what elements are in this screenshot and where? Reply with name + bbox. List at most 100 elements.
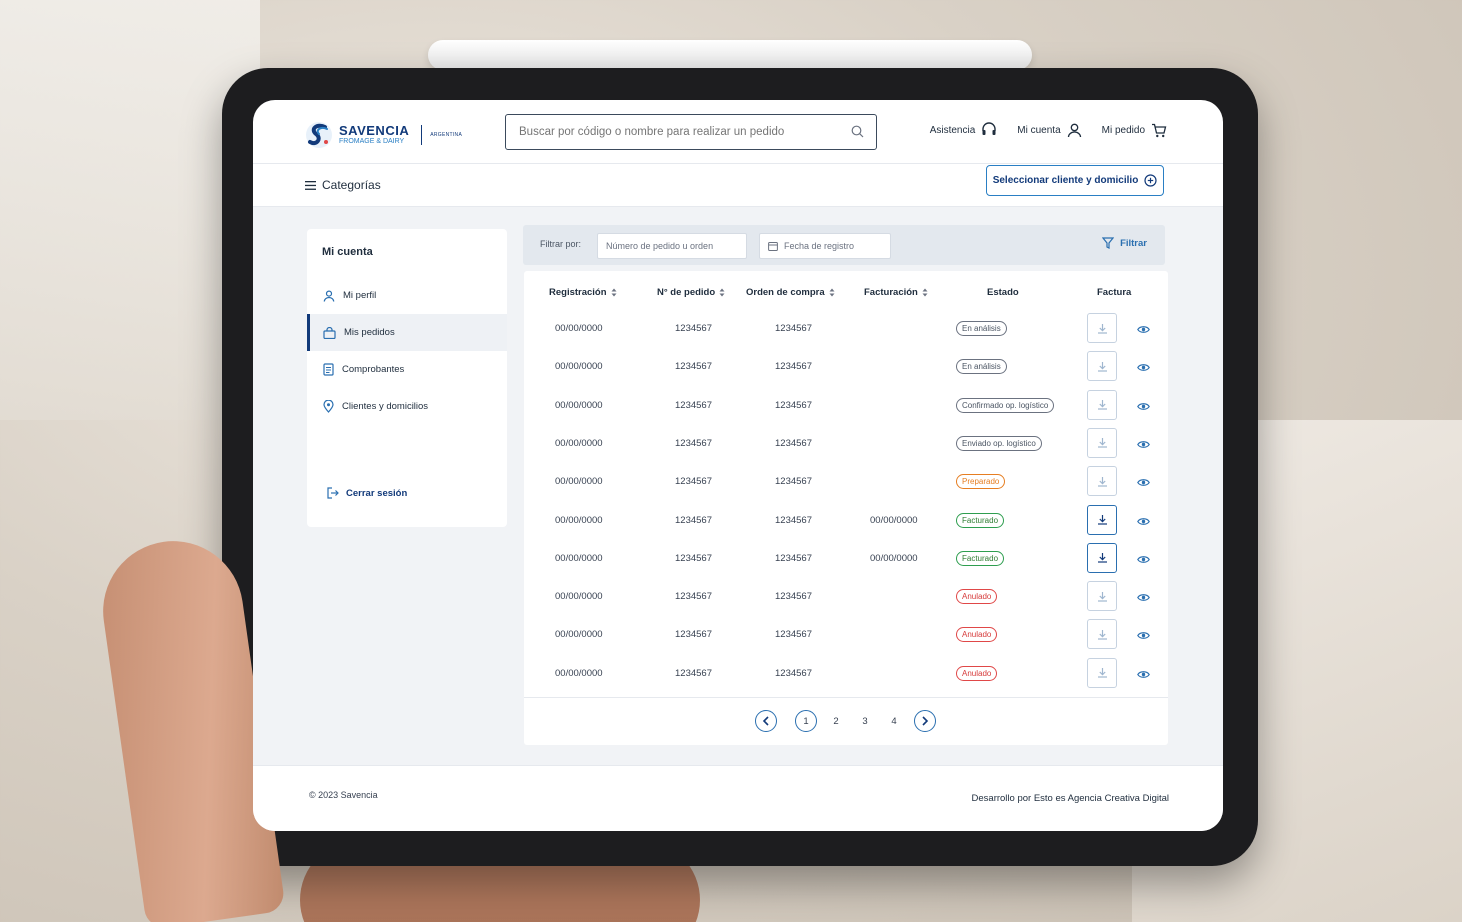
categories-menu[interactable]: Categorías bbox=[305, 178, 381, 192]
brand-logo[interactable]: SAVENCIA FROMAGE & DAIRY ARGENTINA bbox=[305, 120, 462, 150]
purchase-order-cell: 1234567 bbox=[775, 514, 812, 526]
download-invoice-button[interactable] bbox=[1087, 389, 1117, 420]
registration-date-cell: 00/00/0000 bbox=[555, 361, 603, 373]
invoice-date-cell: 00/00/0000 bbox=[870, 514, 918, 526]
sidebar-item-receipts[interactable]: Comprobantes bbox=[307, 351, 507, 388]
sidebar-title: Mi cuenta bbox=[322, 246, 373, 258]
status-badge: Facturado bbox=[956, 512, 1005, 528]
table-row: 00/00/0000 1234567 1234567 Preparado bbox=[524, 464, 1168, 502]
download-invoice-button[interactable] bbox=[1087, 351, 1117, 382]
view-order-button[interactable] bbox=[1137, 666, 1150, 684]
order-number-cell: 1234567 bbox=[675, 437, 712, 449]
view-order-button[interactable] bbox=[1137, 513, 1150, 531]
chevron-right-icon bbox=[922, 716, 929, 726]
page-4-button[interactable]: 4 bbox=[883, 710, 905, 732]
view-order-button[interactable] bbox=[1137, 359, 1150, 377]
column-header[interactable]: Registración bbox=[549, 287, 617, 298]
purchase-order-cell: 1234567 bbox=[775, 361, 812, 373]
logout-link[interactable]: Cerrar sesión bbox=[326, 487, 407, 499]
pagination: 1 2 3 4 bbox=[524, 697, 1168, 745]
date-filter[interactable]: Fecha de registro bbox=[759, 233, 891, 259]
column-header[interactable]: N° de pedido bbox=[657, 287, 725, 298]
view-order-button[interactable] bbox=[1137, 436, 1150, 454]
registration-date-cell: 00/00/0000 bbox=[555, 476, 603, 488]
download-invoice-button[interactable] bbox=[1087, 313, 1117, 343]
sidebar-item-label: Mi perfil bbox=[343, 290, 377, 301]
status-badge: Anulado bbox=[956, 627, 998, 643]
download-icon bbox=[1097, 400, 1107, 410]
download-icon bbox=[1097, 361, 1107, 372]
developer-credit[interactable]: Desarrollo por Esto es Agencia Creativa … bbox=[972, 793, 1169, 804]
sidebar-item-orders[interactable]: Mis pedidos bbox=[307, 314, 507, 351]
order-number-filter[interactable]: Número de pedido u orden bbox=[597, 233, 747, 259]
column-header[interactable]: Facturación bbox=[864, 287, 928, 298]
view-order-button[interactable] bbox=[1137, 474, 1150, 492]
eye-icon bbox=[1137, 441, 1150, 448]
next-page-button[interactable] bbox=[914, 710, 936, 732]
table-row: 00/00/0000 1234567 1234567 Enviado op. logí… bbox=[524, 426, 1168, 464]
registration-date-cell: 00/00/0000 bbox=[555, 552, 603, 564]
column-header-label: Estado bbox=[987, 287, 1019, 298]
invoice-date-cell: 00/00/0000 bbox=[870, 552, 918, 564]
registration-date-cell: 00/00/0000 bbox=[555, 514, 603, 526]
download-invoice-button[interactable] bbox=[1087, 466, 1117, 497]
site-footer: © 2023 Savencia Desarrollo por Esto es A… bbox=[253, 765, 1223, 831]
view-order-button[interactable] bbox=[1137, 589, 1150, 607]
assistance-link[interactable]: Asistencia bbox=[930, 122, 998, 138]
cart-icon bbox=[1152, 123, 1167, 137]
purchase-order-cell: 1234567 bbox=[775, 323, 812, 334]
select-client-button[interactable]: Seleccionar cliente y domicilio bbox=[986, 165, 1164, 196]
download-invoice-button[interactable] bbox=[1087, 581, 1117, 612]
brand-tagline: FROMAGE & DAIRY bbox=[339, 138, 405, 145]
brand-name: SAVENCIA bbox=[339, 123, 410, 138]
page-2-button[interactable]: 2 bbox=[825, 710, 847, 732]
download-icon bbox=[1097, 323, 1107, 334]
table-row: 00/00/0000 1234567 1234567 En análisis bbox=[524, 349, 1168, 387]
download-invoice-button[interactable] bbox=[1087, 619, 1117, 650]
download-invoice-button[interactable] bbox=[1087, 542, 1117, 573]
view-order-button[interactable] bbox=[1137, 627, 1150, 645]
eye-icon bbox=[1137, 594, 1150, 601]
page-1-button[interactable]: 1 bbox=[795, 710, 817, 732]
download-icon bbox=[1097, 553, 1107, 563]
sort-icon bbox=[922, 288, 928, 297]
sub-header: Categorías Seleccionar cliente y domicil… bbox=[253, 164, 1223, 207]
view-order-button[interactable] bbox=[1137, 398, 1150, 416]
account-link[interactable]: Mi cuenta bbox=[1017, 123, 1081, 138]
page-3-button[interactable]: 3 bbox=[854, 710, 876, 732]
document-icon bbox=[323, 363, 334, 376]
eye-icon bbox=[1137, 326, 1150, 333]
table-row: 00/00/0000 1234567 1234567 Anulado bbox=[524, 579, 1168, 617]
cart-link[interactable]: Mi pedido bbox=[1102, 123, 1167, 138]
select-client-label: Seleccionar cliente y domicilio bbox=[992, 175, 1139, 186]
download-invoice-button[interactable] bbox=[1087, 504, 1117, 535]
view-order-button[interactable] bbox=[1137, 321, 1150, 339]
account-sidebar: Mi cuenta Mi perfil Mis pedidos Comproba… bbox=[307, 229, 507, 527]
download-invoice-button[interactable] bbox=[1087, 427, 1117, 458]
download-invoice-button[interactable] bbox=[1087, 657, 1117, 688]
order-number-cell: 1234567 bbox=[675, 514, 712, 526]
shopping-bag-icon bbox=[323, 326, 336, 339]
column-header[interactable]: Orden de compra bbox=[746, 287, 835, 298]
status-badge: Facturado bbox=[956, 550, 1005, 566]
status-badge: En análisis bbox=[956, 321, 1007, 336]
search-input[interactable] bbox=[506, 115, 846, 149]
order-number-cell: 1234567 bbox=[675, 591, 712, 603]
filter-button[interactable]: Filtrar bbox=[1102, 237, 1147, 249]
sort-icon bbox=[719, 288, 725, 297]
column-header: Estado bbox=[987, 287, 1019, 298]
tablet-screen: SAVENCIA FROMAGE & DAIRY ARGENTINA Asist… bbox=[253, 100, 1223, 831]
categories-label: Categorías bbox=[322, 178, 381, 192]
view-order-button[interactable] bbox=[1137, 551, 1150, 569]
status-badge: Anulado bbox=[956, 589, 998, 605]
prev-page-button[interactable] bbox=[755, 710, 777, 732]
eye-icon bbox=[1137, 517, 1150, 525]
sidebar-item-clients[interactable]: Clientes y domicilios bbox=[307, 388, 507, 425]
search-icon[interactable] bbox=[851, 125, 864, 138]
main-content: Mi cuenta Mi perfil Mis pedidos Comproba… bbox=[253, 207, 1223, 765]
brand-country: ARGENTINA bbox=[430, 132, 463, 138]
column-header-label: N° de pedido bbox=[657, 287, 716, 298]
column-header-label: Facturación bbox=[864, 287, 918, 298]
sidebar-item-profile[interactable]: Mi perfil bbox=[307, 277, 507, 314]
chevron-left-icon bbox=[762, 716, 769, 726]
